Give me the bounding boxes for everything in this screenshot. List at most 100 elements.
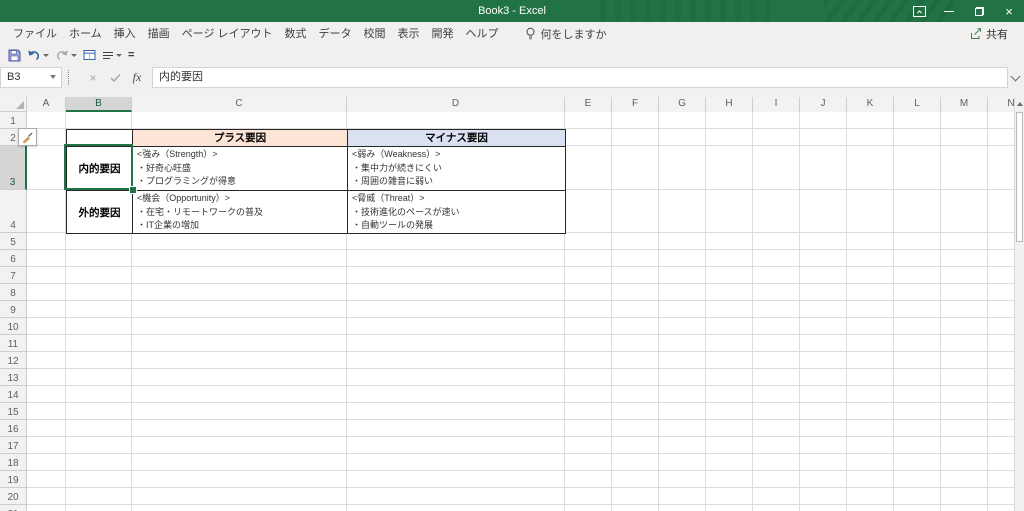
close-button[interactable]: × <box>994 0 1024 22</box>
row-header-18[interactable]: 18 <box>0 454 27 471</box>
share-button[interactable]: 共有 <box>964 24 1014 44</box>
name-box-dropdown-caret[interactable] <box>50 75 56 79</box>
column-header-M[interactable]: M <box>941 97 988 112</box>
redo-dropdown-caret[interactable] <box>71 53 77 57</box>
gridline-horizontal <box>27 402 1014 403</box>
cell-internal-label[interactable]: 内的要因 <box>67 147 133 191</box>
column-header-I[interactable]: I <box>753 97 800 112</box>
paste-options-button[interactable] <box>18 128 37 146</box>
tab-review[interactable]: 校閲 <box>358 22 392 46</box>
row-header-12[interactable]: 12 <box>0 352 27 369</box>
cell-external-label[interactable]: 外的要因 <box>67 191 133 234</box>
cell-minus-header[interactable]: マイナス要因 <box>348 130 566 147</box>
save-icon <box>8 49 21 61</box>
row-header-20[interactable]: 20 <box>0 488 27 505</box>
ribbon-display-options-button[interactable] <box>904 0 934 22</box>
save-button[interactable] <box>5 47 24 63</box>
column-header-N[interactable]: N <box>988 97 1014 112</box>
tab-page-layout[interactable]: ページ レイアウト <box>176 22 279 46</box>
row-header-11[interactable]: 11 <box>0 335 27 352</box>
select-all-corner[interactable] <box>0 97 27 112</box>
gridline-horizontal <box>27 351 1014 352</box>
fill-handle[interactable] <box>129 186 137 194</box>
customize-quick-access-button[interactable]: = <box>125 47 137 63</box>
check-icon <box>109 73 121 82</box>
tab-home[interactable]: ホーム <box>63 22 108 46</box>
gridline-horizontal <box>27 419 1014 420</box>
cell-plus-header[interactable]: プラス要因 <box>133 130 348 147</box>
column-header-G[interactable]: G <box>659 97 706 112</box>
share-icon <box>971 28 981 39</box>
tell-me-box[interactable]: 何をしますか <box>525 26 607 42</box>
column-header-L[interactable]: L <box>894 97 941 112</box>
tab-file[interactable]: ファイル <box>7 22 63 46</box>
row-header-21[interactable]: 21 <box>0 505 27 511</box>
column-header-H[interactable]: H <box>706 97 753 112</box>
gridline-vertical <box>611 112 612 511</box>
column-header-F[interactable]: F <box>612 97 659 112</box>
cell-threat[interactable]: <脅威（Threat）> ・技術進化のペースが速い ・自動ツールの発展 <box>348 191 566 234</box>
row-header-19[interactable]: 19 <box>0 471 27 488</box>
cancel-entry-button[interactable]: × <box>84 69 102 86</box>
vertical-scrollbar[interactable] <box>1014 97 1024 511</box>
tab-insert[interactable]: 挿入 <box>108 22 142 46</box>
undo-icon <box>28 50 40 61</box>
row-header-8[interactable]: 8 <box>0 284 27 301</box>
strength-line: ・好奇心旺盛 <box>137 162 192 173</box>
row-header-5[interactable]: 5 <box>0 233 27 250</box>
weakness-line: <弱み（Weakness）> <box>352 149 441 159</box>
column-header-C[interactable]: C <box>132 97 347 112</box>
insert-function-button[interactable]: fx <box>128 69 146 86</box>
cell-opportunity[interactable]: <機会（Opportunity）> ・在宅・リモートワークの普及 ・IT企業の増… <box>133 191 348 234</box>
row-header-10[interactable]: 10 <box>0 318 27 335</box>
cell-strength[interactable]: <強み（Strength）> ・好奇心旺盛 ・プログラミングが得意 <box>133 147 348 191</box>
row-header-4[interactable]: 4 <box>0 190 27 233</box>
formula-input[interactable]: 内的要因 <box>152 67 1008 88</box>
row-header-1[interactable]: 1 <box>0 112 27 129</box>
minimize-button[interactable] <box>934 0 964 22</box>
undo-dropdown-caret[interactable] <box>43 53 49 57</box>
column-header-B[interactable]: B <box>66 97 132 112</box>
tab-view[interactable]: 表示 <box>392 22 426 46</box>
scrollbar-thumb[interactable] <box>1016 112 1023 242</box>
column-header-A[interactable]: A <box>27 97 66 112</box>
tab-help[interactable]: ヘルプ <box>460 22 505 46</box>
strength-line: <強み（Strength）> <box>137 149 218 159</box>
confirm-entry-button[interactable] <box>106 69 124 86</box>
scroll-up-button[interactable] <box>1015 97 1024 111</box>
cell-weakness[interactable]: <弱み（Weakness）> ・集中力が続きにくい ・周囲の雑音に弱い <box>348 147 566 191</box>
gridline-vertical <box>752 112 753 511</box>
column-header-J[interactable]: J <box>800 97 847 112</box>
quick-access-toolbar: = <box>0 46 1024 64</box>
redo-button[interactable] <box>52 47 80 63</box>
align-dropdown-caret[interactable] <box>116 53 122 57</box>
column-header-D[interactable]: D <box>347 97 565 112</box>
row-header-6[interactable]: 6 <box>0 250 27 267</box>
undo-button[interactable] <box>24 47 52 63</box>
ribbon-tab-bar: ファイル ホーム 挿入 描画 ページ レイアウト 数式 データ 校閲 表示 開発… <box>0 22 1024 46</box>
tab-data[interactable]: データ <box>313 22 358 46</box>
share-label: 共有 <box>986 29 1008 41</box>
restore-button[interactable] <box>964 0 994 22</box>
scroll-up-icon <box>1016 102 1023 106</box>
row-header-7[interactable]: 7 <box>0 267 27 284</box>
row-header-16[interactable]: 16 <box>0 420 27 437</box>
row-header-3[interactable]: 3 <box>0 146 27 190</box>
tab-developer[interactable]: 開発 <box>426 22 460 46</box>
column-header-E[interactable]: E <box>565 97 612 112</box>
row-header-9[interactable]: 9 <box>0 301 27 318</box>
cell-B2[interactable] <box>67 130 133 147</box>
view-side-by-side-button[interactable] <box>80 47 99 63</box>
sheet-grid[interactable]: プラス要因 マイナス要因 内的要因 <強み（Strength）> ・好奇心旺盛 … <box>0 97 1014 511</box>
align-lines-button[interactable] <box>99 47 125 63</box>
row-header-17[interactable]: 17 <box>0 437 27 454</box>
column-header-K[interactable]: K <box>847 97 894 112</box>
row-header-13[interactable]: 13 <box>0 369 27 386</box>
row-header-14[interactable]: 14 <box>0 386 27 403</box>
tab-formulas[interactable]: 数式 <box>279 22 313 46</box>
expand-formula-bar-caret[interactable] <box>1010 71 1021 82</box>
tab-draw[interactable]: 描画 <box>142 22 176 46</box>
minimize-icon <box>944 10 954 12</box>
row-header-15[interactable]: 15 <box>0 403 27 420</box>
title-bar: Book3 - Excel × <box>0 0 1024 22</box>
